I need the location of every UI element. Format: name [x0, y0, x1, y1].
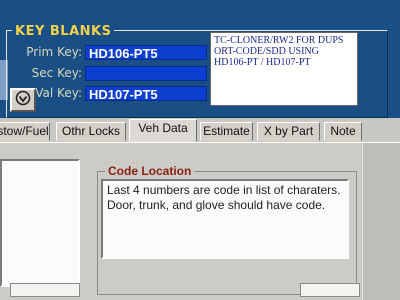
prim-key-label: Prim Key: — [26, 45, 82, 59]
code-location-textbox[interactable]: Last 4 numbers are code in list of chara… — [101, 179, 349, 259]
tab-strip: stow/Fuel Othr Locks Veh Data Estimate X… — [0, 118, 400, 143]
prim-key-field[interactable]: HD106-PT5 — [85, 45, 207, 61]
key-blanks-panel: KEY BLANKS Prim Key: HD106-PT5 Sec Key: … — [0, 0, 400, 118]
tab-label: X by Part — [263, 124, 314, 138]
key-check-button[interactable] — [10, 88, 36, 112]
vehicle-list-pane[interactable] — [0, 159, 80, 287]
tab-label: Note — [330, 124, 356, 138]
tab-label: stow/Fuel — [0, 124, 49, 138]
sec-key-label: Sec Key: — [31, 66, 82, 80]
sec-key-field[interactable] — [85, 66, 207, 81]
veh-data-panel: Code Location Last 4 numbers are code in… — [0, 143, 400, 300]
code-location-title: Code Location — [105, 164, 195, 178]
tab-stow-fuel[interactable]: stow/Fuel — [0, 122, 50, 141]
tab-x-by-part[interactable]: X by Part — [257, 122, 320, 141]
tab-veh-data[interactable]: Veh Data — [129, 119, 197, 142]
tab-label: Othr Locks — [61, 124, 121, 138]
tab-estimate[interactable]: Estimate — [200, 122, 253, 141]
tab-label: Estimate — [203, 124, 250, 138]
val-key-field[interactable]: HD107-PT5 — [85, 86, 207, 102]
key-notes-box[interactable]: TC-CLONER/RW2 FOR DUPS ORT-CODE/SDD USIN… — [210, 32, 358, 106]
right-edge-panel — [362, 143, 400, 300]
bottom-field-left[interactable] — [10, 283, 80, 297]
tab-label: Veh Data — [138, 121, 188, 135]
key-check-icon — [15, 90, 31, 110]
bottom-field-right[interactable] — [300, 283, 360, 297]
key-blanks-title: KEY BLANKS — [12, 24, 115, 39]
tab-note[interactable]: Note — [324, 122, 362, 141]
tab-othr-locks[interactable]: Othr Locks — [56, 122, 126, 141]
